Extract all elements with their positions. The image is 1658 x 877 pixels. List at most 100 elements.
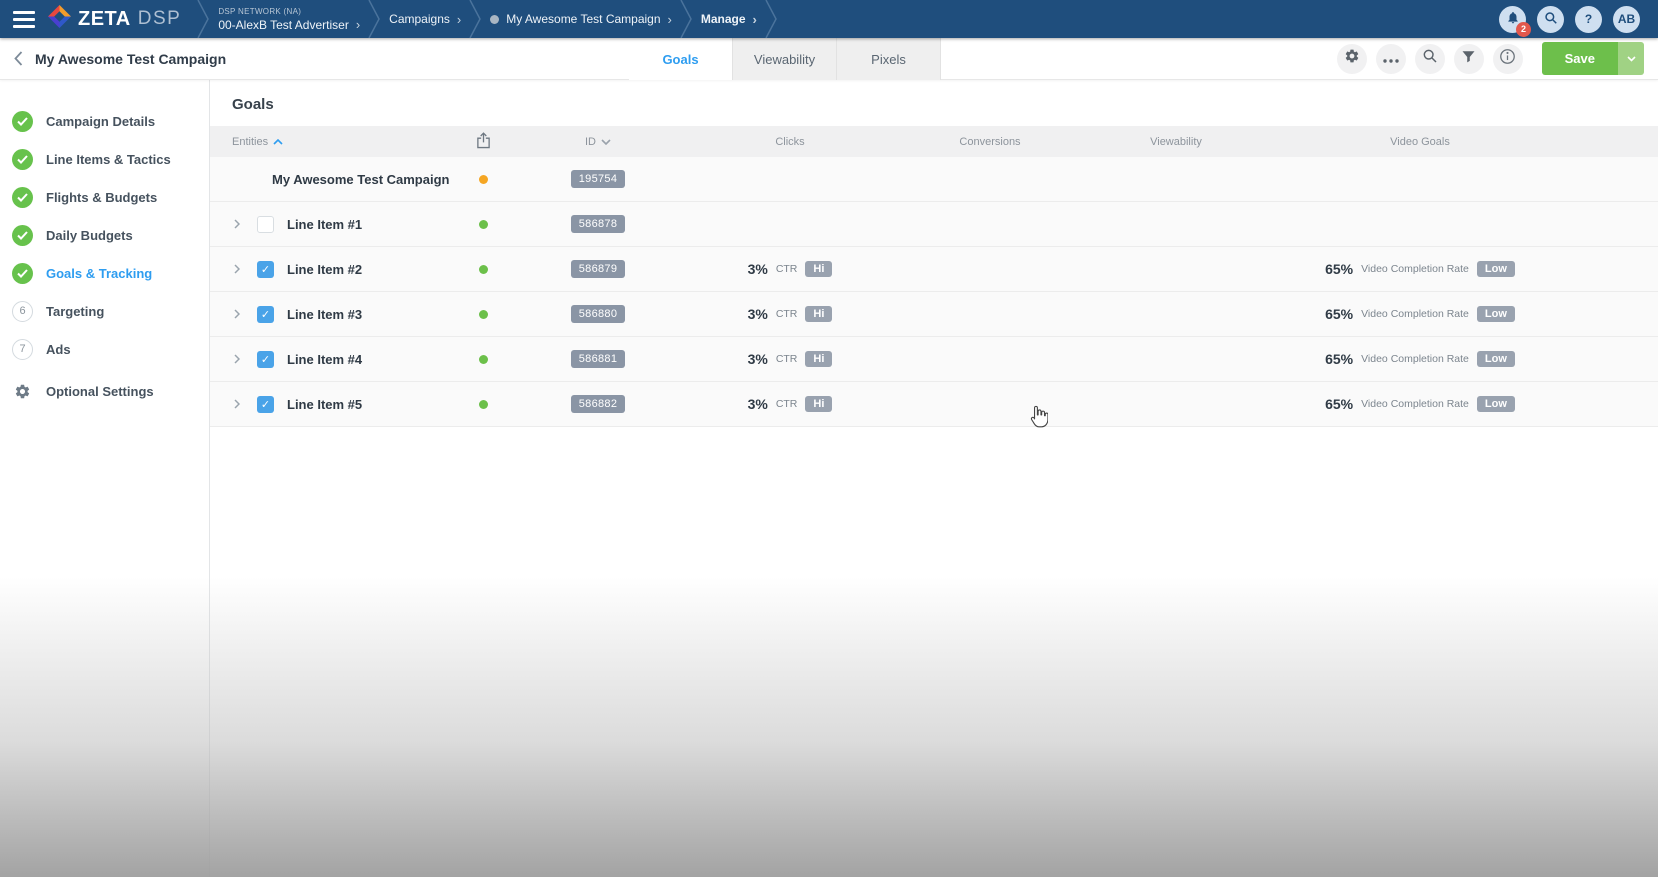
- expand-chevron-icon[interactable]: [234, 354, 250, 364]
- header-label: Viewability: [1150, 136, 1202, 148]
- sidebar-item-label: Flights & Budgets: [46, 190, 157, 205]
- breadcrumb-divider: [197, 0, 210, 38]
- expand-chevron-icon[interactable]: [234, 264, 250, 274]
- ellipsis-icon: [1383, 50, 1399, 68]
- filter-button[interactable]: [1454, 44, 1484, 74]
- back-button[interactable]: [0, 51, 35, 66]
- search-button[interactable]: [1415, 44, 1445, 74]
- avatar[interactable]: AB: [1613, 6, 1640, 33]
- expand-chevron-icon[interactable]: [234, 219, 250, 229]
- share-export-icon: [476, 132, 491, 152]
- table-row: My Awesome Test Campaign 195754: [210, 157, 1658, 202]
- notifications-button[interactable]: 2: [1499, 6, 1526, 33]
- id-badge: 195754: [571, 170, 626, 188]
- video-goal[interactable]: 65% Video Completion Rate Low: [1262, 261, 1658, 277]
- goal-metric: CTR: [776, 308, 798, 320]
- breadcrumb-campaigns[interactable]: Campaigns›: [381, 0, 469, 38]
- gear-icon: [1344, 48, 1360, 69]
- campaign-steps-sidebar: Campaign Details Line Items & Tactics Fl…: [0, 80, 210, 877]
- sidebar-item-label: Daily Budgets: [46, 228, 133, 243]
- header-label: Conversions: [959, 136, 1020, 148]
- help-button[interactable]: ?: [1575, 6, 1602, 33]
- row-checkbox[interactable]: [257, 261, 274, 278]
- video-goal[interactable]: 65% Video Completion Rate Low: [1262, 396, 1658, 412]
- chevron-right-icon[interactable]: ›: [753, 13, 757, 26]
- expand-chevron-icon[interactable]: [234, 399, 250, 409]
- export-column-header[interactable]: [460, 132, 506, 152]
- entity-name: Line Item #1: [287, 217, 362, 232]
- more-options-button[interactable]: [1376, 44, 1406, 74]
- column-header-video-goals[interactable]: Video Goals: [1262, 136, 1658, 148]
- goal-metric: Video Completion Rate: [1361, 353, 1469, 365]
- clicks-goal[interactable]: 3% CTR Hi: [690, 396, 890, 412]
- sidebar-item-campaign-details[interactable]: Campaign Details: [0, 102, 209, 140]
- save-dropdown-button[interactable]: [1618, 42, 1644, 75]
- row-checkbox[interactable]: [257, 396, 274, 413]
- status-dot-icon: [490, 15, 499, 24]
- clicks-goal[interactable]: 3% CTR Hi: [690, 351, 890, 367]
- manage-label: Manage: [701, 12, 746, 26]
- chevron-right-icon[interactable]: ›: [356, 18, 360, 31]
- goal-value: 65%: [1325, 261, 1353, 277]
- tab-viewability[interactable]: Viewability: [733, 38, 837, 80]
- gear-icon: [12, 383, 33, 400]
- advertiser-label: 00-AlexB Test Advertiser: [218, 18, 349, 32]
- goal-metric: CTR: [776, 263, 798, 275]
- sidebar-item-goals-tracking[interactable]: Goals & Tracking: [0, 254, 209, 292]
- sidebar-item-daily-budgets[interactable]: Daily Budgets: [0, 216, 209, 254]
- priority-badge: Hi: [805, 351, 832, 367]
- step-number-badge: 6: [12, 301, 33, 322]
- settings-button[interactable]: [1337, 44, 1367, 74]
- check-circle-icon: [12, 263, 33, 284]
- priority-badge: Low: [1477, 306, 1515, 322]
- check-circle-icon: [12, 225, 33, 246]
- video-goal[interactable]: 65% Video Completion Rate Low: [1262, 306, 1658, 322]
- column-header-clicks[interactable]: Clicks: [690, 136, 890, 148]
- goal-value: 65%: [1325, 306, 1353, 322]
- goal-value: 3%: [748, 261, 768, 277]
- video-goal[interactable]: 65% Video Completion Rate Low: [1262, 351, 1658, 367]
- chevron-right-icon[interactable]: ›: [668, 13, 672, 26]
- chevron-right-icon[interactable]: ›: [457, 13, 461, 26]
- tab-bar: Goals Viewability Pixels: [629, 38, 941, 80]
- sidebar-item-flights-budgets[interactable]: Flights & Budgets: [0, 178, 209, 216]
- sidebar-item-optional-settings[interactable]: Optional Settings: [0, 372, 209, 410]
- priority-badge: Hi: [805, 261, 832, 277]
- sidebar-item-targeting[interactable]: 6 Targeting: [0, 292, 209, 330]
- expand-chevron-icon[interactable]: [234, 309, 250, 319]
- clicks-goal[interactable]: 3% CTR Hi: [690, 306, 890, 322]
- breadcrumb-campaign[interactable]: My Awesome Test Campaign›: [482, 0, 680, 38]
- zeta-dsp-logo[interactable]: ZETA DSP: [44, 0, 197, 38]
- sidebar-item-line-items-tactics[interactable]: Line Items & Tactics: [0, 140, 209, 178]
- tab-label: Pixels: [871, 52, 906, 67]
- info-icon: [1499, 48, 1516, 70]
- goal-metric: Video Completion Rate: [1361, 263, 1469, 275]
- row-checkbox[interactable]: [257, 351, 274, 368]
- toolbar: Save: [1337, 42, 1658, 75]
- column-header-conversions[interactable]: Conversions: [890, 136, 1090, 148]
- breadcrumb-advertiser[interactable]: DSP NETWORK (NA) 00-AlexB Test Advertise…: [210, 0, 368, 38]
- global-search-button[interactable]: [1537, 6, 1564, 33]
- sidebar-item-label: Optional Settings: [46, 384, 154, 399]
- goal-metric: Video Completion Rate: [1361, 398, 1469, 410]
- check-circle-icon: [12, 187, 33, 208]
- tab-pixels[interactable]: Pixels: [837, 38, 941, 80]
- column-header-entities[interactable]: Entities: [210, 136, 460, 148]
- sidebar-item-ads[interactable]: 7 Ads: [0, 330, 209, 368]
- hamburger-menu-icon[interactable]: [0, 0, 44, 38]
- save-button[interactable]: Save: [1542, 42, 1644, 75]
- search-icon: [1544, 11, 1558, 28]
- tab-goals[interactable]: Goals: [629, 38, 733, 80]
- clicks-goal[interactable]: 3% CTR Hi: [690, 261, 890, 277]
- breadcrumb-manage[interactable]: Manage ›: [693, 0, 765, 38]
- column-header-id[interactable]: ID: [506, 136, 690, 148]
- info-button[interactable]: [1493, 44, 1523, 74]
- entity-name: Line Item #5: [287, 397, 362, 412]
- sort-desc-icon: [601, 136, 611, 148]
- save-label[interactable]: Save: [1542, 42, 1618, 75]
- row-checkbox[interactable]: [257, 306, 274, 323]
- row-checkbox[interactable]: [257, 216, 274, 233]
- status-dot-icon: [479, 265, 488, 274]
- sidebar-item-label: Campaign Details: [46, 114, 155, 129]
- column-header-viewability[interactable]: Viewability: [1090, 136, 1262, 148]
